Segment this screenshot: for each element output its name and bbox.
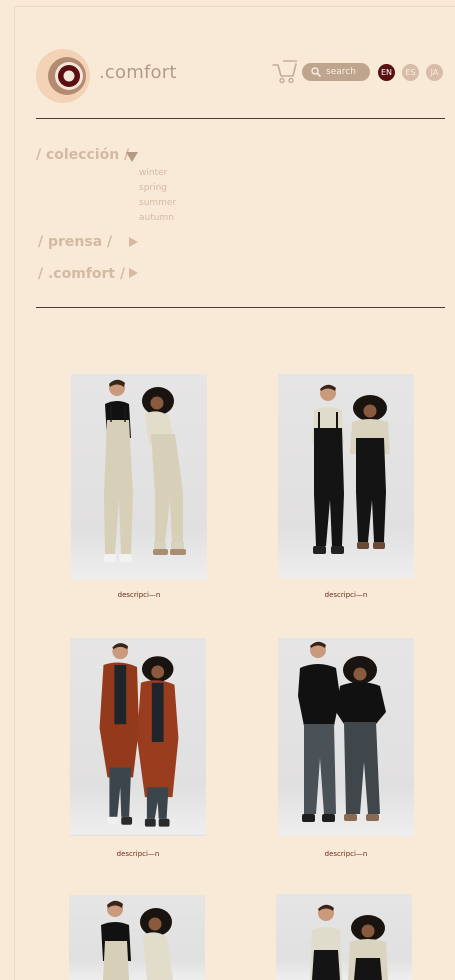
caret-right-icon[interactable]	[129, 268, 138, 278]
cart-icon[interactable]	[272, 60, 298, 84]
subnav-autumn[interactable]: autumn	[139, 213, 174, 223]
nav-comfort[interactable]: / .comfort /	[38, 266, 125, 282]
search-button[interactable]: search	[302, 63, 370, 81]
product-photo-1[interactable]	[71, 374, 207, 580]
header-divider	[36, 118, 445, 119]
subnav-winter[interactable]: winter	[139, 168, 167, 178]
product-photo-3[interactable]	[70, 638, 206, 836]
search-label: search	[326, 67, 356, 77]
lang-en-button[interactable]: EN	[378, 64, 395, 81]
brand-name[interactable]: .comfort	[99, 62, 177, 83]
product-photo-6[interactable]	[276, 894, 412, 980]
lang-ja-button[interactable]: JA	[426, 64, 443, 81]
nav-coleccion[interactable]: / colección /	[36, 147, 129, 163]
nav-divider	[36, 307, 445, 308]
logo-icon[interactable]	[36, 49, 90, 103]
product-photo-5[interactable]	[69, 895, 205, 980]
product-caption-3[interactable]: descripci—n	[70, 850, 206, 858]
subnav-summer[interactable]: summer	[139, 198, 176, 208]
lang-es-button[interactable]: ES	[402, 64, 419, 81]
nav-prensa[interactable]: / prensa /	[38, 234, 112, 250]
product-caption-4[interactable]: descripci—n	[278, 850, 414, 858]
product-caption-2[interactable]: descripci—n	[278, 591, 414, 599]
product-photo-4[interactable]	[278, 638, 414, 836]
product-caption-1[interactable]: descripci—n	[71, 591, 207, 599]
product-photo-2[interactable]	[278, 374, 414, 578]
caret-right-icon[interactable]	[129, 237, 138, 247]
caret-down-icon[interactable]	[126, 152, 138, 162]
search-icon	[311, 67, 321, 77]
subnav-spring[interactable]: spring	[139, 183, 167, 193]
